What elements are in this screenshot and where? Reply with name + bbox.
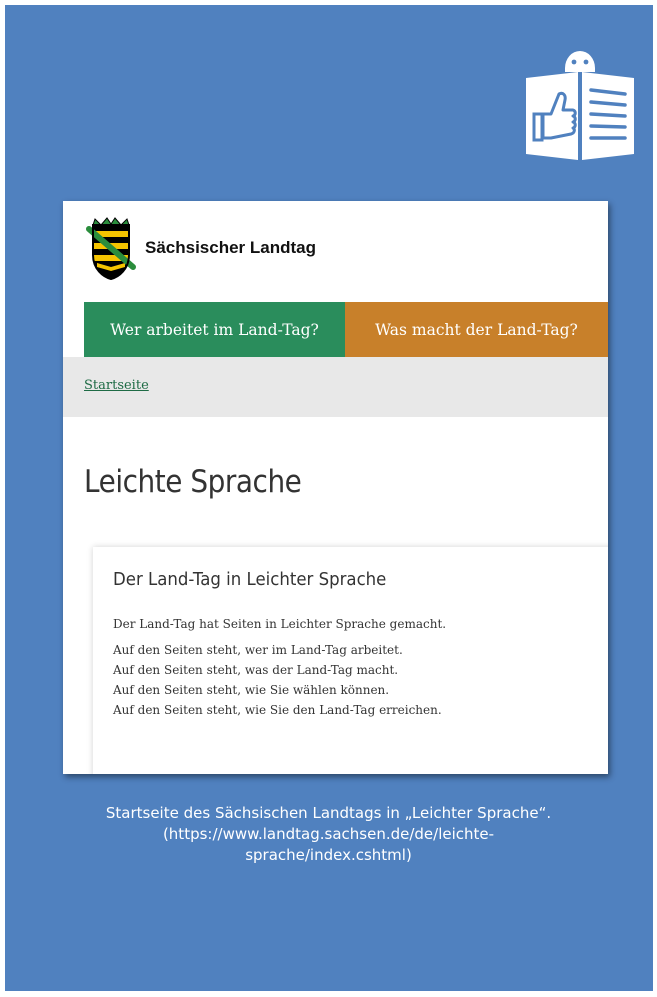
website-screenshot: Sächsischer Landtag Wer arbeitet im Land…	[63, 201, 608, 774]
easy-language-icon	[526, 51, 634, 160]
breadcrumb-home-link[interactable]: Startseite	[84, 378, 149, 393]
card-line: Auf den Seiten steht, wie Sie wählen kön…	[113, 683, 390, 697]
caption-line: sprache/index.cshtml)	[245, 846, 412, 864]
site-logo[interactable]: Sächsischer Landtag	[83, 213, 316, 283]
background-panel: Sächsischer Landtag Wer arbeitet im Land…	[5, 5, 653, 991]
main-navigation: Wer arbeitet im Land-Tag? Was macht der …	[84, 302, 608, 357]
card-line: Auf den Seiten steht, wer im Land-Tag ar…	[113, 643, 403, 657]
breadcrumb: Startseite	[63, 357, 608, 417]
card-intro: Der Land-Tag hat Seiten in Leichter Spra…	[113, 617, 447, 631]
site-name: Sächsischer Landtag	[145, 238, 317, 257]
content-card: Der Land-Tag in Leichter Sprache Der Lan…	[93, 547, 608, 774]
nav-what-does[interactable]: Was macht der Land-Tag?	[345, 302, 608, 357]
card-text: Der Land-Tag hat Seiten in Leichter Spra…	[113, 614, 608, 720]
caption-line: (https://www.landtag.sachsen.de/de/leich…	[162, 825, 495, 843]
caption: Startseite des Sächsischen Landtags in „…	[30, 803, 627, 866]
card-title: Der Land-Tag in Leichter Sprache	[113, 569, 387, 590]
nav-who-works[interactable]: Wer arbeitet im Land-Tag?	[84, 302, 345, 357]
card-line: Auf den Seiten steht, was der Land-Tag m…	[113, 663, 399, 677]
card-line: Auf den Seiten steht, wie Sie den Land-T…	[113, 703, 442, 717]
crest-icon	[86, 217, 136, 281]
page-title: Leichte Sprache	[84, 464, 302, 500]
caption-line: Startseite des Sächsischen Landtags in „…	[105, 804, 552, 822]
